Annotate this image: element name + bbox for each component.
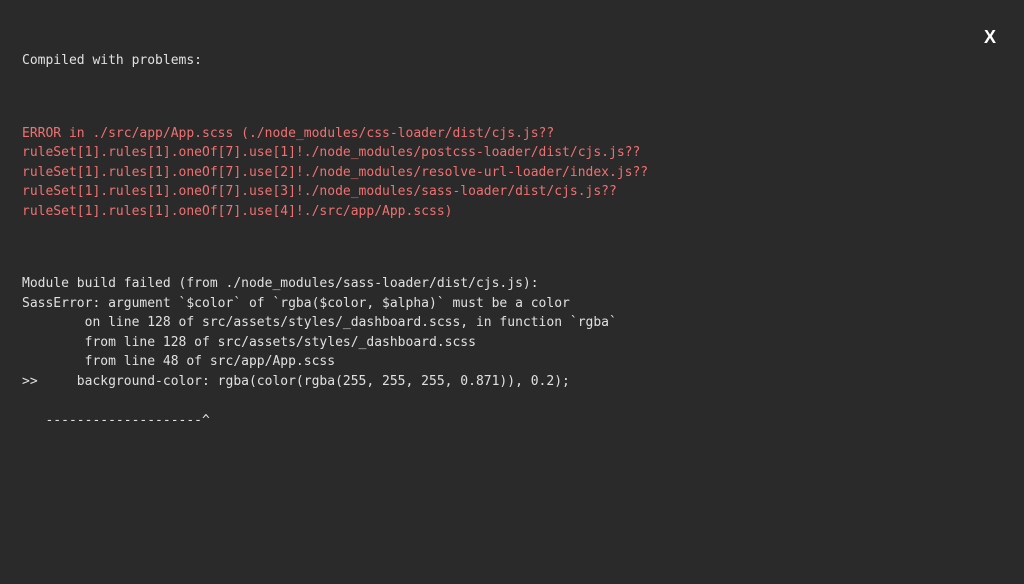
overlay-title: Compiled with problems: [22, 51, 1002, 71]
close-button[interactable]: X [984, 24, 996, 51]
error-header: ERROR in ./src/app/App.scss (./node_modu… [22, 124, 1002, 222]
module-error-body: Module build failed (from ./node_modules… [22, 274, 1002, 430]
error-overlay: Compiled with problems: ERROR in ./src/a… [0, 0, 1024, 462]
